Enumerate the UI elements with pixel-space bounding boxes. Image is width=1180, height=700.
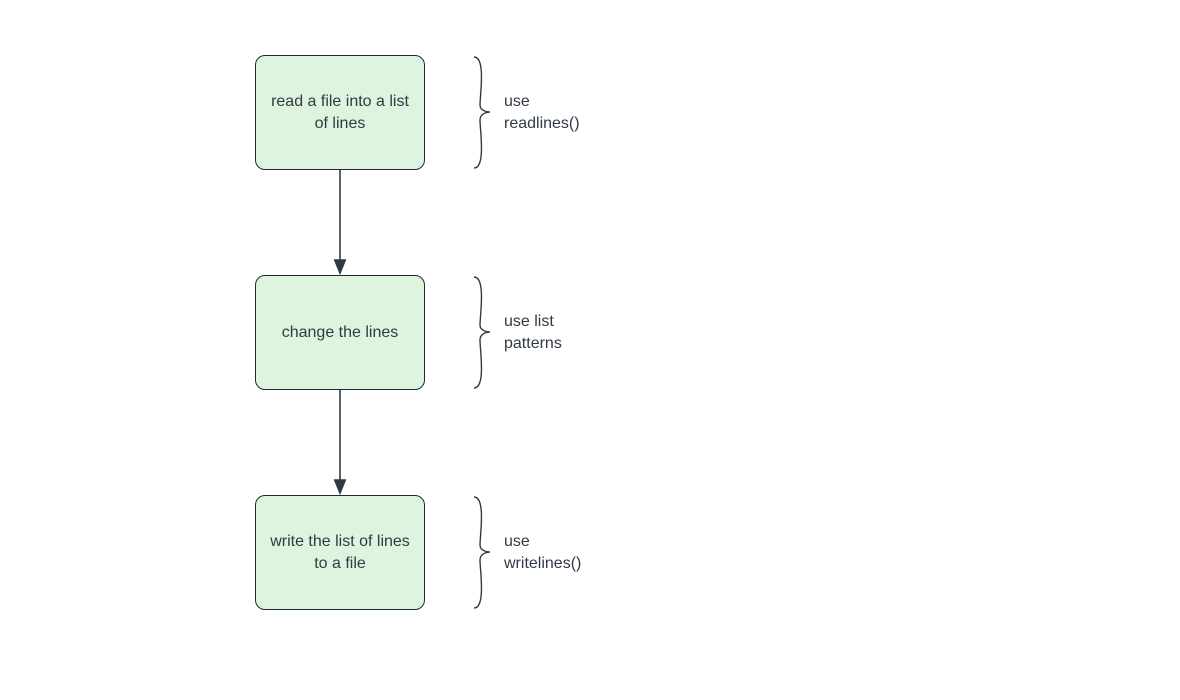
flow-arrows [0,0,1180,700]
flow-step-write: write the list of lines to a file [255,495,425,610]
brace-icon [470,495,494,610]
flow-annotation-change: use list patterns [470,275,562,390]
flow-annotation-label: use readlines() [504,91,580,134]
brace-icon [470,55,494,170]
diagram-canvas: read a file into a list of lines use rea… [0,0,1180,700]
flow-annotation-label: use writelines() [504,531,581,574]
flow-annotation-write: use writelines() [470,495,581,610]
flow-step-label: read a file into a list of lines [270,91,410,134]
flow-step-label: write the list of lines to a file [270,531,410,574]
flow-step-label: change the lines [282,322,399,344]
flow-step-change: change the lines [255,275,425,390]
flow-step-read: read a file into a list of lines [255,55,425,170]
flow-annotation-label: use list patterns [504,311,562,354]
flow-annotation-read: use readlines() [470,55,580,170]
brace-icon [470,275,494,390]
